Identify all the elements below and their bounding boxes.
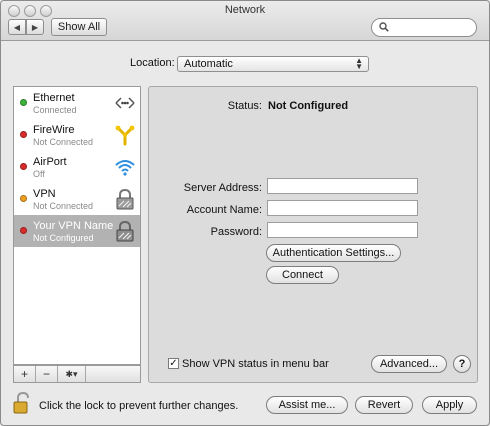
status-dot-icon (20, 163, 27, 170)
action-menu-button[interactable]: ✱▾ (58, 366, 86, 382)
password-label: Password: (210, 226, 262, 238)
revert-button[interactable]: Revert (355, 396, 413, 414)
search-icon (379, 22, 389, 32)
back-button[interactable]: ◀ (8, 19, 26, 35)
title-bar: Network ◀ ▶ Show All (1, 1, 489, 41)
status-dot-icon (20, 195, 27, 202)
help-button[interactable]: ? (453, 355, 471, 373)
forward-button[interactable]: ▶ (26, 19, 44, 35)
assist-me-button[interactable]: Assist me... (266, 396, 348, 414)
ethernet-icon (115, 97, 135, 109)
advanced-button[interactable]: Advanced... (371, 355, 447, 373)
status-dot-icon (20, 99, 27, 106)
vpn-lock-icon (116, 188, 134, 210)
status-value: Not Configured (268, 100, 349, 112)
server-address-field[interactable] (267, 178, 418, 194)
show-vpn-status-checkbox[interactable]: ✓ (168, 358, 179, 369)
service-item-firewire[interactable]: FireWire Not Connected (14, 119, 140, 151)
account-name-label: Account Name: (186, 204, 262, 216)
firewire-icon (115, 125, 135, 146)
service-status: Not Connected (33, 137, 94, 147)
airport-icon (115, 160, 135, 176)
lock-hint-text: Click the lock to prevent further change… (39, 400, 239, 412)
service-item-your-vpn-name[interactable]: Your VPN Name Not Configured (14, 215, 140, 247)
location-value: Automatic (184, 58, 233, 70)
window-title: Network (224, 4, 266, 16)
vpn-lock-icon (116, 220, 134, 242)
server-address-label: Server Address: (183, 182, 262, 194)
show-all-button[interactable]: Show All (51, 18, 107, 36)
service-item-vpn[interactable]: VPN Not Connected (14, 183, 140, 215)
password-field[interactable] (267, 222, 418, 238)
vpn-detail-panel: Status: Not Configured Server Address: A… (148, 86, 478, 383)
service-status: Connected (33, 105, 77, 115)
remove-service-button[interactable]: − (36, 366, 58, 382)
service-item-airport[interactable]: AirPort Off (14, 151, 140, 183)
service-item-ethernet[interactable]: Ethernet Connected (14, 87, 140, 119)
service-status: Not Configured (33, 233, 94, 243)
lock-icon[interactable] (13, 391, 31, 415)
apply-button[interactable]: Apply (422, 396, 477, 414)
service-name: FireWire (33, 124, 75, 136)
authentication-settings-button[interactable]: Authentication Settings... (266, 244, 401, 262)
service-list: Ethernet Connected FireWire Not Connecte… (13, 86, 141, 365)
service-name: Your VPN Name (33, 220, 114, 232)
add-service-button[interactable]: + (14, 366, 36, 382)
status-dot-icon (20, 131, 27, 138)
search-input[interactable] (371, 18, 477, 37)
service-status: Not Connected (33, 201, 94, 211)
status-dot-icon (20, 227, 27, 234)
connect-button[interactable]: Connect (266, 266, 339, 284)
back-arrow-icon: ◀ (13, 22, 21, 32)
checkmark-icon: ✓ (169, 358, 178, 369)
network-preferences-window: Network ◀ ▶ Show All Location: Automatic… (0, 0, 490, 426)
select-arrows-icon: ▲ ▼ (355, 56, 363, 71)
account-name-field[interactable] (267, 200, 418, 216)
service-status: Off (33, 169, 45, 179)
show-vpn-status-label: Show VPN status in menu bar (182, 358, 329, 370)
service-name: VPN (33, 188, 56, 200)
service-list-controls: + − ✱▾ (13, 365, 141, 383)
status-label: Status: (227, 100, 262, 112)
location-select[interactable]: Automatic ▲ ▼ (177, 56, 369, 72)
service-name: Ethernet (33, 92, 75, 104)
location-label: Location: (130, 57, 175, 69)
forward-arrow-icon: ▶ (31, 22, 39, 32)
service-name: AirPort (33, 156, 67, 168)
